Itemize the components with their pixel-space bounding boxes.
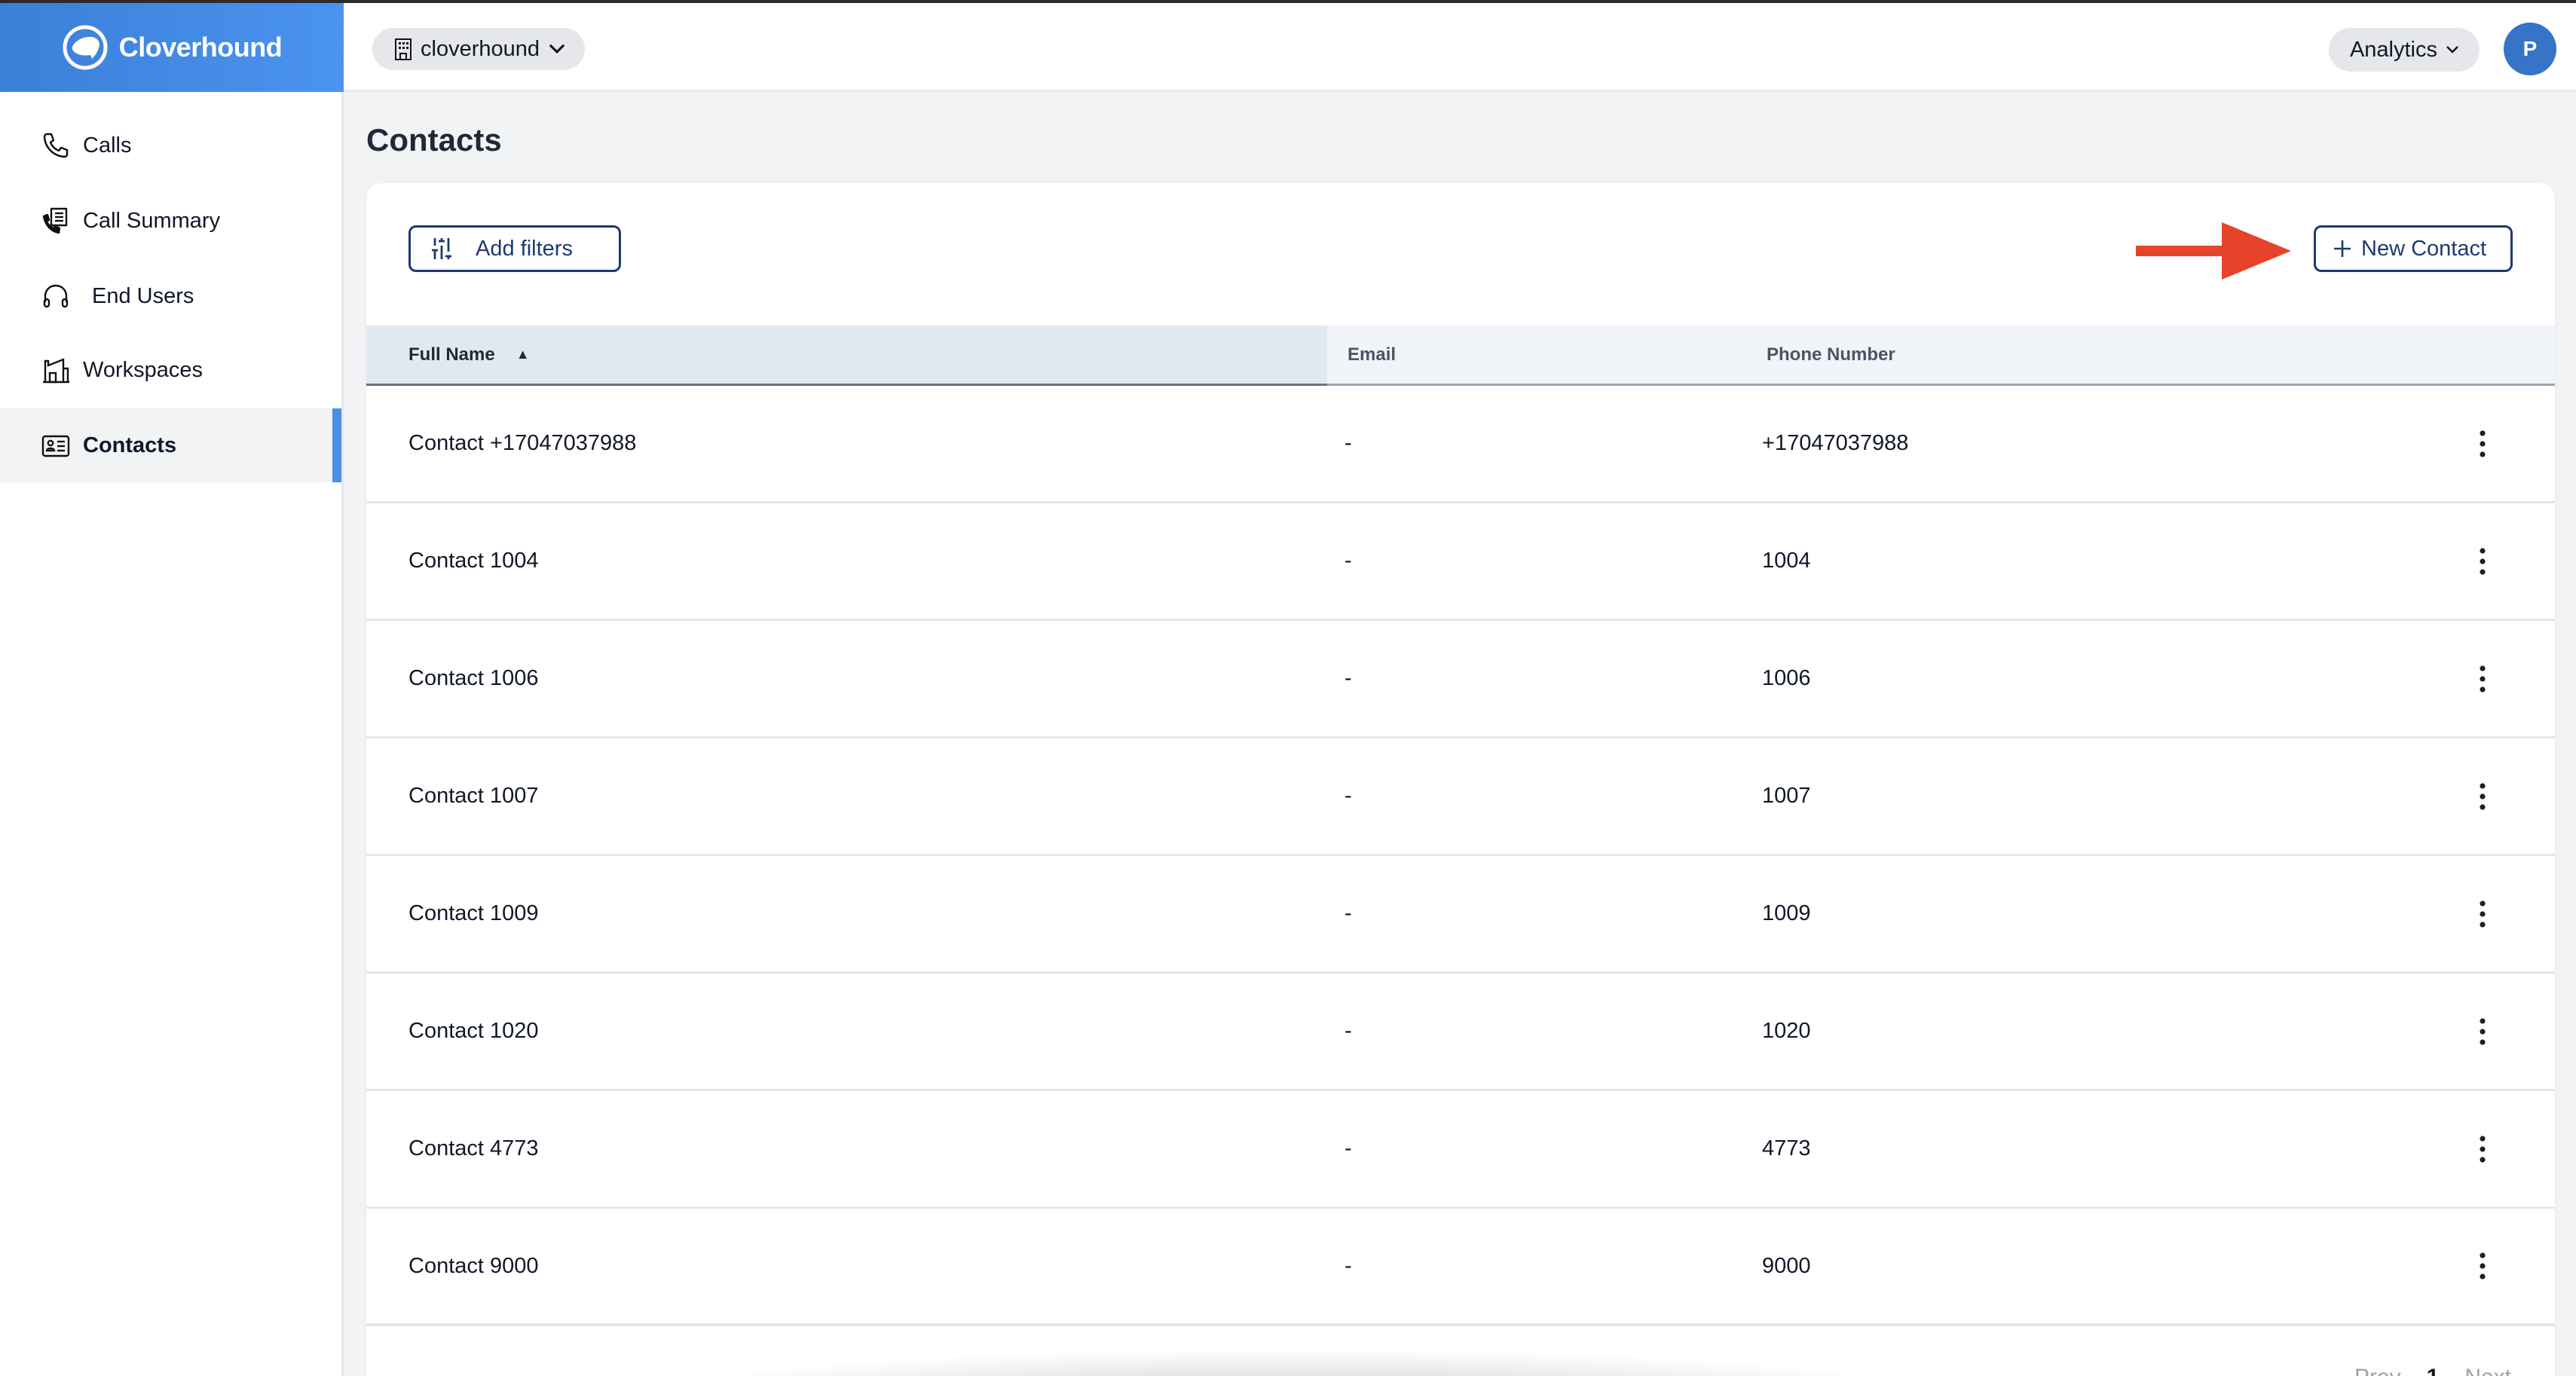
cell-full-name: Contact 1009 xyxy=(408,901,539,925)
sidebar: Calls Call Summary End Users Workspaces xyxy=(0,92,344,1376)
phone-list-icon xyxy=(42,207,68,234)
column-header-full-name[interactable]: Full Name ▲ xyxy=(366,326,1327,386)
cell-phone: 1004 xyxy=(1762,549,1811,573)
contacts-table-body: Contact +17047037988 - +17047037988 Cont… xyxy=(366,386,2555,1326)
cell-phone: 1009 xyxy=(1762,901,1811,925)
cell-phone: 4773 xyxy=(1762,1136,1811,1160)
add-filters-button[interactable]: Add filters xyxy=(408,225,621,272)
office-building-icon xyxy=(395,38,411,60)
more-options-icon[interactable] xyxy=(2474,1249,2492,1283)
sidebar-item-label: Workspaces xyxy=(83,357,203,382)
org-selector-label: cloverhound xyxy=(421,36,540,61)
annotation-arrow-icon xyxy=(2136,222,2291,280)
cell-full-name: Contact 9000 xyxy=(408,1253,539,1278)
sidebar-item-contacts[interactable]: Contacts xyxy=(0,408,341,482)
page-title: Contacts xyxy=(366,122,502,157)
sort-ascending-icon: ▲ xyxy=(516,347,530,362)
cell-email: - xyxy=(1345,901,1352,925)
table-row[interactable]: Contact 1020 - 1020 xyxy=(366,974,2555,1091)
add-filters-label: Add filters xyxy=(476,236,573,261)
sidebar-item-workspaces[interactable]: Workspaces xyxy=(0,333,341,407)
brand-name: Cloverhound xyxy=(118,32,283,63)
more-options-icon[interactable] xyxy=(2474,427,2492,460)
plus-icon xyxy=(2334,240,2351,257)
new-contact-label: New Contact xyxy=(2361,236,2487,261)
user-avatar[interactable]: P xyxy=(2504,23,2556,75)
more-options-icon[interactable] xyxy=(2474,545,2492,578)
phone-icon xyxy=(43,133,69,158)
pagination-prev-button[interactable]: Prev xyxy=(2354,1365,2401,1376)
cell-full-name: Contact 1007 xyxy=(408,784,539,808)
new-contact-button[interactable]: New Contact xyxy=(2314,225,2513,272)
cell-phone: 1007 xyxy=(1762,784,1811,808)
cell-email: - xyxy=(1345,431,1352,455)
table-row[interactable]: Contact 1004 - 1004 xyxy=(366,503,2555,621)
sidebar-item-label: End Users xyxy=(92,283,194,308)
contacts-card: Add filters New Contact Full Name ▲ Emai… xyxy=(366,183,2555,1376)
sidebar-item-label: Call Summary xyxy=(83,208,221,233)
more-options-icon[interactable] xyxy=(2474,662,2492,696)
table-row[interactable]: Contact 1009 - 1009 xyxy=(366,856,2555,974)
sidebar-item-label: Contacts xyxy=(83,433,177,457)
chevron-down-icon xyxy=(2446,46,2458,54)
cell-email: - xyxy=(1345,549,1352,573)
chevron-down-icon xyxy=(549,44,565,54)
cell-full-name: Contact 1006 xyxy=(408,666,539,690)
contact-card-icon xyxy=(41,435,70,457)
table-row[interactable]: Contact 9000 - 9000 xyxy=(366,1209,2555,1326)
cell-full-name: Contact 1020 xyxy=(408,1019,539,1043)
brand-logo-area[interactable]: Cloverhound xyxy=(0,3,344,92)
sidebar-item-calls[interactable]: Calls xyxy=(0,109,341,182)
table-row[interactable]: Contact +17047037988 - +17047037988 xyxy=(366,386,2555,503)
headphones-icon xyxy=(43,284,69,308)
table-header: Full Name ▲ Email Phone Number xyxy=(366,326,2555,386)
cell-email: - xyxy=(1345,1136,1352,1160)
sidebar-item-label: Calls xyxy=(83,133,132,157)
pagination-next-button[interactable]: Next xyxy=(2464,1365,2511,1376)
cell-email: - xyxy=(1345,1019,1352,1043)
cell-phone: 9000 xyxy=(1762,1253,1811,1278)
cell-full-name: Contact +17047037988 xyxy=(408,431,637,455)
more-options-icon[interactable] xyxy=(2474,1015,2492,1048)
sidebar-item-call-summary[interactable]: Call Summary xyxy=(0,184,341,258)
table-row[interactable]: Contact 1006 - 1006 xyxy=(366,621,2555,738)
cell-phone: 1020 xyxy=(1762,1019,1811,1043)
pagination: Prev 1 Next xyxy=(2354,1365,2511,1376)
cell-email: - xyxy=(1345,1253,1352,1278)
column-header-email[interactable]: Email xyxy=(1348,326,1396,384)
building-icon xyxy=(43,358,69,384)
org-selector[interactable]: cloverhound xyxy=(372,28,585,70)
pagination-current-page[interactable]: 1 xyxy=(2427,1365,2440,1376)
column-header-phone-number[interactable]: Phone Number xyxy=(1767,326,1895,384)
table-row[interactable]: Contact 4773 - 4773 xyxy=(366,1091,2555,1209)
analytics-menu[interactable]: Analytics xyxy=(2328,28,2480,72)
more-options-icon[interactable] xyxy=(2474,897,2492,931)
cell-email: - xyxy=(1345,666,1352,690)
cloverhound-logo-icon xyxy=(63,25,108,70)
cell-phone: 1006 xyxy=(1762,666,1811,690)
more-options-icon[interactable] xyxy=(2474,1133,2492,1166)
analytics-menu-label: Analytics xyxy=(2349,37,2437,62)
table-row[interactable]: Contact 1007 - 1007 xyxy=(366,738,2555,856)
sidebar-item-end-users[interactable]: End Users xyxy=(0,259,341,333)
cell-full-name: Contact 4773 xyxy=(408,1136,539,1160)
cell-email: - xyxy=(1345,784,1352,808)
more-options-icon[interactable] xyxy=(2474,780,2492,813)
top-header: cloverhound Analytics P xyxy=(344,3,2576,92)
cell-phone: +17047037988 xyxy=(1762,431,1909,455)
cell-full-name: Contact 1004 xyxy=(408,549,539,573)
sliders-icon xyxy=(432,238,451,259)
